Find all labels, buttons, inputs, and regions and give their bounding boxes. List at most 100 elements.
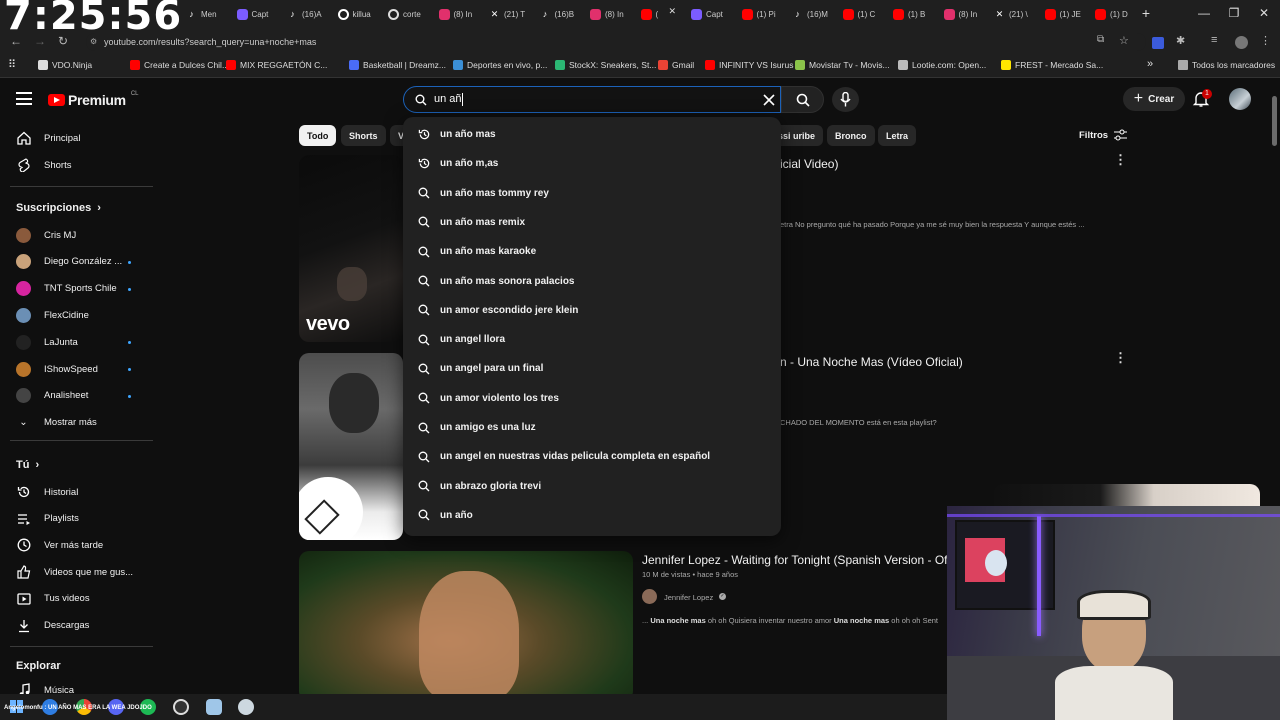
- forward-icon[interactable]: →: [34, 34, 46, 48]
- browser-tab[interactable]: ♪ (16)B: [540, 5, 590, 23]
- search-suggestion-item[interactable]: un amor violento los tres: [403, 384, 781, 413]
- sidebar-item[interactable]: Cris MJ: [16, 224, 156, 246]
- bookmark-item[interactable]: FREST - Mercado Sa...: [1001, 60, 1103, 70]
- back-icon[interactable]: ←: [10, 34, 22, 48]
- search-suggestion-item[interactable]: un angel para un final: [403, 354, 781, 383]
- bookmark-star-icon[interactable]: ☆: [1119, 34, 1129, 47]
- search-suggestion-item[interactable]: un angel en nuestras vidas pelicula comp…: [403, 442, 781, 471]
- channel-avatar[interactable]: [642, 589, 657, 604]
- more-actions-icon[interactable]: ⋮: [1114, 152, 1127, 168]
- search-suggestion-item[interactable]: un amigo es una luz: [403, 413, 781, 442]
- bookmark-item[interactable]: Lootie.com: Open...: [898, 60, 986, 70]
- bookmark-item[interactable]: Gmail: [658, 60, 694, 70]
- create-button[interactable]: + Crear: [1123, 87, 1185, 111]
- account-avatar[interactable]: [1229, 88, 1251, 110]
- browser-tab[interactable]: killua: [337, 5, 388, 23]
- sidebar-item[interactable]: Ver más tarde: [16, 534, 156, 556]
- clear-search-icon[interactable]: [763, 94, 775, 106]
- browser-tab[interactable]: ✕ (21) T: [489, 5, 539, 23]
- bookmark-item[interactable]: INFINITY VS Isurus: [705, 60, 793, 70]
- site-info-icon[interactable]: ⚙: [90, 33, 97, 51]
- sidebar-item[interactable]: Shorts: [16, 154, 156, 176]
- bookmark-item[interactable]: Deportes en vivo, p...: [453, 60, 547, 70]
- sidebar-item[interactable]: Playlists: [16, 508, 156, 530]
- sidebar-item[interactable]: Videos que me gus...: [16, 561, 156, 583]
- search-suggestion-item[interactable]: un año mas tommy rey: [403, 179, 781, 208]
- result-title[interactable]: n - Una Noche Mas (Vídeo Oficial): [780, 355, 963, 369]
- sidebar-item[interactable]: Diego González ...: [16, 251, 156, 273]
- browser-tab[interactable]: (1) Pi: [741, 5, 792, 23]
- video-thumbnail[interactable]: vevo: [299, 155, 403, 342]
- minimize-button[interactable]: —: [1194, 6, 1214, 20]
- search-button[interactable]: [781, 86, 824, 113]
- sidebar-item[interactable]: TNT Sports Chile: [16, 278, 156, 300]
- search-suggestion-item[interactable]: un año m,as: [403, 149, 781, 178]
- install-app-icon[interactable]: ⧉: [1097, 34, 1104, 45]
- filter-chip[interactable]: Letra: [878, 125, 917, 146]
- more-actions-icon[interactable]: ⋮: [1114, 350, 1127, 366]
- browser-tab[interactable]: ♪ (16)M: [792, 5, 842, 23]
- url-field[interactable]: ⚙ youtube.com/results?search_query=una+n…: [86, 33, 1146, 51]
- channel-name[interactable]: Jennifer Lopez: [664, 593, 713, 602]
- filter-chip[interactable]: Shorts: [341, 125, 386, 146]
- maximize-button[interactable]: ❐: [1224, 6, 1244, 20]
- search-suggestion-item[interactable]: un año: [403, 501, 781, 530]
- browser-tab[interactable]: (1) JE: [1044, 5, 1095, 23]
- bookmark-item[interactable]: StockX: Sneakers, St...: [555, 60, 656, 70]
- browser-tab[interactable]: Capt: [691, 5, 741, 23]
- filters-button[interactable]: Filtros: [1079, 129, 1128, 141]
- close-window-button[interactable]: ✕: [1254, 6, 1274, 20]
- sidebar-item[interactable]: Tus videos: [16, 588, 156, 610]
- result-title[interactable]: icial Video): [780, 157, 838, 171]
- video-thumbnail[interactable]: [299, 353, 403, 540]
- sidebar-item[interactable]: Analisheet: [16, 385, 156, 407]
- browser-tab[interactable]: (: [640, 5, 691, 23]
- bookmark-item[interactable]: Create a Dulces Chil...: [130, 60, 229, 70]
- browser-tab[interactable]: Capt: [236, 5, 287, 23]
- browser-menu-icon[interactable]: ⋮: [1260, 34, 1271, 47]
- browser-tab[interactable]: (8) In: [438, 5, 489, 23]
- bookmark-item[interactable]: MIX REGGAETÓN C...: [226, 60, 327, 70]
- browser-tab[interactable]: ✕ (21) \: [994, 5, 1044, 23]
- hamburger-menu-icon[interactable]: [16, 92, 32, 105]
- sidebar-item[interactable]: LaJunta: [16, 331, 156, 353]
- page-scrollbar-thumb[interactable]: [1272, 96, 1277, 146]
- subscriptions-heading[interactable]: Suscripciones ›: [16, 202, 101, 214]
- app-taskbar-icon[interactable]: [206, 699, 222, 715]
- search-suggestion-item[interactable]: un angel llora: [403, 325, 781, 354]
- browser-tab[interactable]: corte: [388, 5, 438, 23]
- bookmark-item[interactable]: Movistar Tv - Movis...: [795, 60, 890, 70]
- browser-tab[interactable]: ♪ Men: [186, 5, 236, 23]
- video-thumbnail[interactable]: [299, 551, 633, 701]
- search-suggestion-item[interactable]: un amor escondido jere klein: [403, 296, 781, 325]
- all-bookmarks-folder[interactable]: Todos los marcadores: [1178, 60, 1275, 70]
- sidebar-item[interactable]: Descargas: [16, 615, 156, 637]
- search-suggestion-item[interactable]: un año mas: [403, 120, 781, 149]
- search-input-box[interactable]: un añ: [403, 86, 781, 113]
- extension-icon[interactable]: [1152, 37, 1164, 49]
- sidebar-item[interactable]: IShowSpeed: [16, 358, 156, 380]
- more-bookmarks-icon[interactable]: »: [1147, 58, 1153, 70]
- obs-taskbar-icon[interactable]: [173, 699, 189, 715]
- browser-tab[interactable]: (8) In: [590, 5, 640, 23]
- browser-tab[interactable]: (1) B: [893, 5, 943, 23]
- app-taskbar-icon-2[interactable]: [238, 699, 254, 715]
- filter-chip[interactable]: Todo: [299, 125, 337, 146]
- sidebar-item[interactable]: FlexCidine: [16, 304, 156, 326]
- voice-search-button[interactable]: [832, 87, 859, 112]
- bookmark-item[interactable]: VDO.Ninja: [38, 60, 92, 70]
- search-suggestion-item[interactable]: un año mas karaoke: [403, 237, 781, 266]
- filter-chip[interactable]: Bronco: [827, 125, 875, 146]
- extensions-puzzle-icon[interactable]: ✱: [1176, 34, 1185, 47]
- search-suggestion-item[interactable]: un año mas remix: [403, 208, 781, 237]
- new-tab-button[interactable]: +: [1136, 5, 1156, 21]
- search-suggestion-item[interactable]: un año mas sonora palacios: [403, 267, 781, 296]
- sidebar-item[interactable]: Historial: [16, 481, 156, 503]
- profile-avatar[interactable]: [1235, 36, 1248, 49]
- show-more-button[interactable]: ⌄ Mostrar más: [16, 411, 156, 433]
- sidebar-item[interactable]: Principal: [16, 127, 156, 149]
- browser-tab[interactable]: (8) In: [943, 5, 994, 23]
- search-suggestion-item[interactable]: un abrazo gloria trevi: [403, 472, 781, 501]
- reload-icon[interactable]: ↻: [58, 34, 68, 48]
- apps-grid-icon[interactable]: ⠿: [8, 58, 16, 71]
